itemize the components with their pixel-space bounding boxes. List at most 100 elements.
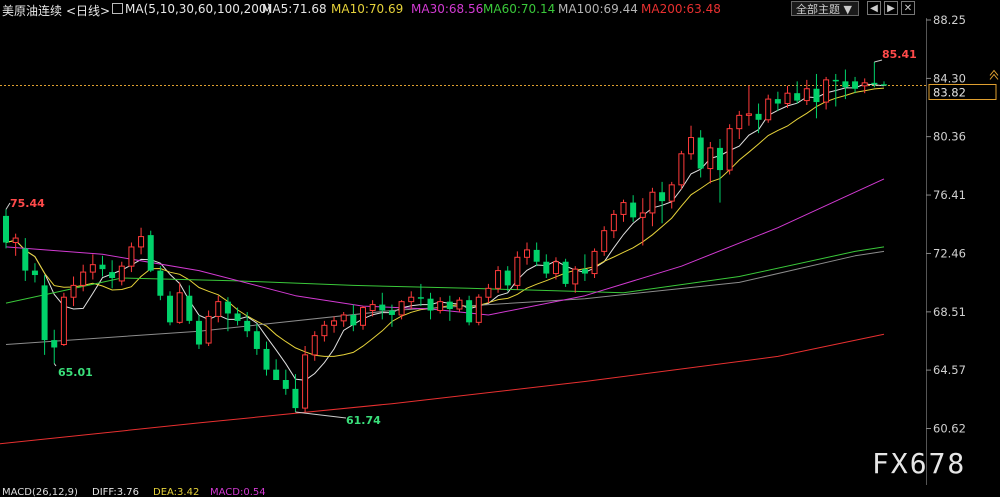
candle-body (80, 271, 87, 286)
price-tick-label: 64.57 (933, 363, 966, 377)
candle (244, 311, 251, 338)
candle (398, 300, 405, 320)
candle (591, 248, 598, 278)
current-price-label: 83.82 (933, 85, 966, 99)
candle (871, 61, 878, 88)
candle-body (282, 380, 289, 389)
candle-body (852, 81, 859, 89)
candle (610, 209, 617, 239)
candle-body (649, 191, 656, 214)
candle-body (408, 296, 415, 303)
candle-body (3, 215, 9, 243)
annotation-high-right-pointer (874, 59, 883, 63)
candle (321, 320, 328, 342)
candle (89, 254, 96, 280)
candle-body (456, 299, 463, 310)
candle-body (601, 230, 608, 252)
candle-body (668, 184, 675, 202)
candle (41, 275, 48, 355)
candlestick-chart[interactable]: 88.25 84.30 80.36 76.41 72.46 68.51 64.57 60.62… (0, 0, 1000, 497)
candle (659, 181, 666, 224)
candle (205, 310, 212, 347)
candle (302, 346, 309, 412)
candle-body (195, 320, 202, 345)
candle-body (41, 285, 48, 341)
candle-body (388, 310, 395, 315)
candle-body (157, 270, 164, 296)
candle (533, 242, 540, 267)
ma200-line (0, 333, 885, 445)
candle-body (359, 307, 366, 326)
candle-body (128, 246, 135, 267)
annotation-high-left: 75.44 (10, 197, 45, 210)
candle (678, 150, 685, 190)
candle (726, 124, 733, 175)
candle-body (244, 320, 251, 332)
candle-body (755, 113, 762, 120)
candle-body (697, 137, 704, 169)
candle (224, 297, 231, 332)
candle-body (369, 304, 376, 312)
candle-body (292, 388, 299, 409)
candle-body (774, 99, 781, 104)
candle-body (167, 295, 174, 323)
candle (147, 230, 154, 273)
candle-body (446, 301, 453, 310)
candle-body (736, 114, 743, 130)
candle (649, 187, 656, 227)
candle-body (639, 212, 646, 218)
candle (109, 260, 116, 289)
candle-body (581, 269, 588, 274)
candle-body (591, 250, 598, 275)
candle (852, 76, 859, 94)
candle (581, 254, 588, 281)
candle-body (273, 369, 280, 381)
candle (157, 266, 164, 301)
candle (60, 292, 67, 347)
price-tick-label: 84.30 (933, 71, 966, 85)
candle-body (784, 92, 791, 105)
candle (495, 266, 502, 293)
candle (70, 276, 77, 307)
price-tick-label: 72.46 (933, 246, 966, 260)
annotation-low-left: 65.01 (58, 366, 93, 379)
candle (881, 81, 887, 86)
candle-body (427, 298, 434, 311)
candle (630, 195, 637, 222)
candle-body (832, 79, 839, 82)
candle-body (881, 84, 887, 86)
candle (253, 323, 260, 355)
candle (813, 73, 820, 119)
candle (128, 242, 135, 273)
annotation-low-mid-pointer (295, 411, 347, 419)
candle-body (321, 324, 328, 337)
ma10-line (5, 87, 885, 357)
candle (167, 291, 174, 326)
candle-body (147, 235, 154, 271)
candle-body (224, 301, 231, 314)
candle-body (398, 301, 405, 316)
ma30-line (5, 178, 885, 316)
candle-body (205, 315, 212, 344)
candle-body (572, 268, 579, 285)
candle (639, 198, 646, 246)
candle (716, 139, 723, 203)
scroll-up-icon (989, 69, 999, 80)
price-tick-label: 60.62 (933, 422, 966, 436)
candle (755, 103, 762, 134)
candle (774, 91, 781, 111)
annotation-high-right: 85.41 (882, 48, 917, 61)
candle (80, 264, 87, 292)
candle-body (562, 261, 569, 284)
macd-value: MACD:0.54 (210, 488, 266, 497)
candle (340, 311, 347, 327)
candle-body (813, 88, 820, 103)
candle (784, 85, 791, 108)
annotation-low-left-pointer (53, 363, 57, 367)
macd-indicator-bar: MACD(26,12,9) DIFF:3.76 DEA:3.42 MACD:0.… (0, 488, 1000, 497)
ma100-line (5, 250, 885, 345)
candle (263, 341, 270, 376)
candle (118, 261, 125, 286)
candle (359, 306, 366, 330)
candle-body (524, 249, 531, 258)
